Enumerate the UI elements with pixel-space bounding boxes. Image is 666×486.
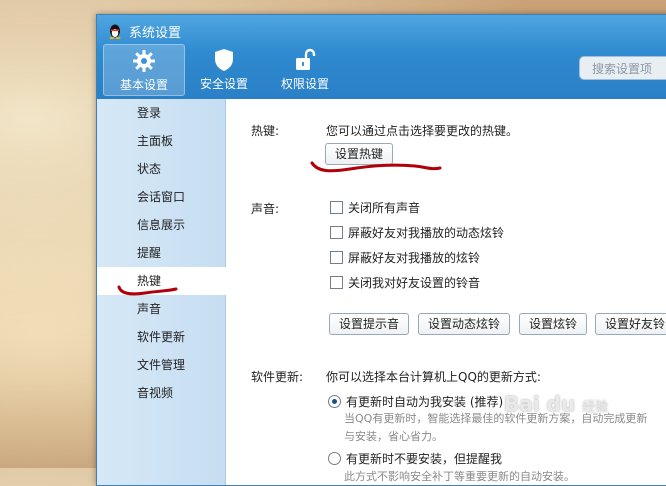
- settings-content: 热键: 您可以通过点击选择要更改的热键。 设置热键 声音: 关闭所有声音 屏蔽好…: [226, 99, 666, 485]
- block-ringtone-checkbox[interactable]: 屏蔽好友对我播放的炫铃: [330, 249, 480, 266]
- sidebar-item-status[interactable]: 状态: [97, 155, 225, 183]
- tab-security-settings-label: 安全设置: [199, 77, 248, 91]
- sidebar-item-label: 热键: [137, 274, 162, 288]
- update-section-label: 软件更新:: [251, 370, 304, 384]
- window-title-text: 系统设置: [129, 25, 182, 41]
- radio-label: 有更新时自动为我安装 (推荐): [346, 395, 504, 409]
- sidebar-item-login[interactable]: 登录: [97, 99, 225, 127]
- qq-penguin-icon: [109, 24, 121, 39]
- hotkey-section-label: 热键:: [251, 124, 280, 138]
- shield-icon: [215, 49, 233, 71]
- disable-friend-ringtone-checkbox[interactable]: 关闭我对好友设置的铃音: [330, 274, 480, 291]
- tab-security-settings[interactable]: 安全设置: [184, 44, 264, 94]
- sidebar-item-sound[interactable]: 声音: [97, 295, 225, 323]
- set-ringtone-button[interactable]: 设置炫铃: [519, 313, 588, 335]
- sound-section-label: 声音:: [251, 202, 280, 216]
- unlock-icon: [296, 48, 316, 70]
- sidebar-item-label: 会话窗口: [137, 190, 186, 204]
- sidebar-item-info-display[interactable]: 信息展示: [97, 211, 225, 239]
- checkbox-box: [330, 201, 343, 214]
- window-title: 系统设置: [107, 21, 181, 41]
- update-description: 你可以选择本台计算机上QQ的更新方式:: [326, 370, 541, 384]
- sidebar-item-label: 状态: [137, 162, 162, 176]
- radio-dot: [328, 452, 341, 465]
- sidebar-item-label: 信息展示: [137, 218, 186, 232]
- checkbox-label: 关闭我对好友设置的铃音: [348, 276, 481, 290]
- sidebar-item-label: 登录: [137, 106, 162, 120]
- auto-install-description-line2: 与安装，省心省力。: [344, 430, 443, 443]
- checkbox-box: [330, 226, 343, 239]
- tab-permission-settings-label: 权限设置: [280, 77, 329, 91]
- set-friend-ringtone-button[interactable]: 设置好友铃: [595, 313, 666, 335]
- checkbox-label: 屏蔽好友对我播放的炫铃: [348, 251, 481, 265]
- sidebar-item-chat-window[interactable]: 会话窗口: [97, 183, 225, 211]
- checkbox-box: [330, 251, 343, 264]
- watermark-sub: 经验: [582, 400, 609, 415]
- sidebar-item-file-management[interactable]: 文件管理: [97, 351, 225, 379]
- hotkey-description: 您可以通过点击选择要更改的热键。: [326, 124, 519, 138]
- sidebar-item-label: 主面板: [137, 134, 174, 148]
- title-bar: 系统设置 基本设置 安全设置 权限设置 搜索设置项: [97, 15, 666, 99]
- sidebar-item-label: 文件管理: [137, 358, 186, 372]
- search-input[interactable]: 搜索设置项: [579, 56, 666, 80]
- sidebar-item-audio-video[interactable]: 音视频: [97, 379, 225, 407]
- sidebar-item-software-update[interactable]: 软件更新: [97, 323, 225, 351]
- checkbox-label: 关闭所有声音: [348, 201, 421, 215]
- set-alert-sound-button[interactable]: 设置提示音: [329, 313, 410, 335]
- tab-basic-settings[interactable]: 基本设置: [103, 44, 185, 96]
- notify-only-description: 此方式不影响安全补丁等重要更新的自动安装。: [344, 470, 575, 483]
- block-dynamic-ringtone-checkbox[interactable]: 屏蔽好友对我播放的动态炫铃: [330, 224, 504, 241]
- sidebar: 登录 主面板 状态 会话窗口 信息展示 提醒 热键 声音 软件更新 文件管理 音…: [97, 99, 226, 485]
- sidebar-item-main-panel[interactable]: 主面板: [97, 127, 225, 155]
- checkbox-label: 屏蔽好友对我播放的动态炫铃: [348, 226, 505, 240]
- baidu-watermark: Bai du 经验: [504, 392, 608, 416]
- sidebar-item-hotkey[interactable]: 热键: [97, 267, 226, 295]
- auto-install-radio[interactable]: 有更新时自动为我安装 (推荐): [328, 393, 503, 410]
- radio-dot: [328, 395, 341, 408]
- tab-permission-settings[interactable]: 权限设置: [265, 44, 345, 94]
- search-placeholder: 搜索设置项: [592, 61, 653, 76]
- sidebar-item-label: 软件更新: [137, 330, 186, 344]
- gear-icon: [133, 50, 155, 72]
- checkbox-box: [330, 276, 343, 289]
- radio-label: 有更新时不要安装，但提醒我: [346, 452, 503, 466]
- mute-all-sounds-checkbox[interactable]: 关闭所有声音: [330, 199, 420, 216]
- sidebar-item-label: 声音: [137, 302, 162, 316]
- sidebar-item-label: 提醒: [137, 246, 162, 260]
- set-dynamic-ringtone-button[interactable]: 设置动态炫铃: [418, 313, 511, 335]
- tab-basic-settings-label: 基本设置: [119, 78, 168, 92]
- sidebar-item-reminder[interactable]: 提醒: [97, 239, 225, 267]
- set-hotkey-button[interactable]: 设置热键: [325, 143, 394, 165]
- watermark-brand: Bai du: [504, 392, 576, 416]
- notify-only-radio[interactable]: 有更新时不要安装，但提醒我: [328, 450, 502, 467]
- sidebar-item-label: 音视频: [137, 386, 174, 400]
